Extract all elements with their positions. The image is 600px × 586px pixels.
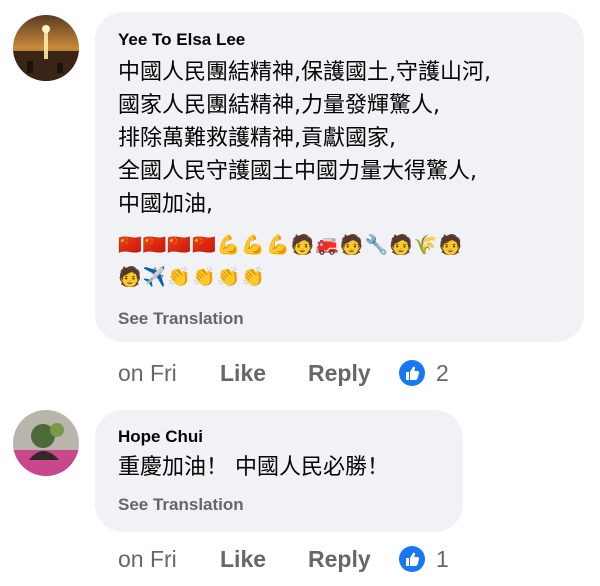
comment-yee-to-elsa-lee: Yee To Elsa Lee 中國人民團結精神,保護國土,守護山河, 國家人民… xyxy=(0,0,600,400)
sunset-photo-avatar-icon xyxy=(13,15,79,81)
comment-timestamp[interactable]: on Fri xyxy=(118,356,177,390)
comment-text-line: 國家人民團結精神,力量發輝驚人, xyxy=(118,93,440,118)
comment-text-line: 中國人民團結精神,保護國土,守護山河, xyxy=(118,60,491,85)
comment-text-line: 排除萬難救護精神,貢獻國家, xyxy=(118,126,396,151)
emoji-row: 🇨🇳🇨🇳🇨🇳🇨🇳💪💪💪🧑🚒🧑🔧🧑🌾🧑 xyxy=(118,234,464,256)
comment-text-line: 全國人民守護國土中國力量大得驚人, xyxy=(118,159,477,184)
comment-text-line: 重慶加油！ 中國人民必勝！ xyxy=(118,455,389,480)
avatar[interactable] xyxy=(13,410,79,476)
see-translation-link[interactable]: See Translation xyxy=(118,495,244,515)
like-count[interactable]: 1 xyxy=(436,542,449,576)
avatar[interactable] xyxy=(13,15,79,81)
comment-actions: on Fri Like Reply 2 xyxy=(118,356,538,390)
emoji-row: 🧑✈️👏👏👏👏 xyxy=(118,266,266,288)
person-photo-avatar-icon xyxy=(13,410,79,476)
reply-button[interactable]: Reply xyxy=(308,542,371,576)
like-count[interactable]: 2 xyxy=(436,356,449,390)
reply-button[interactable]: Reply xyxy=(308,356,371,390)
comment-text: 中國人民團結精神,保護國土,守護山河, 國家人民團結精神,力量發輝驚人, 排除萬… xyxy=(118,56,491,221)
see-translation-link[interactable]: See Translation xyxy=(118,309,244,329)
comment-text-line: 中國加油, xyxy=(118,192,213,217)
thumbs-up-icon[interactable] xyxy=(398,545,426,573)
comment-author[interactable]: Hope Chui xyxy=(118,427,203,447)
like-button[interactable]: Like xyxy=(220,356,266,390)
comment-actions: on Fri Like Reply 1 xyxy=(118,542,538,576)
thumbs-up-icon[interactable] xyxy=(398,359,426,387)
comment-timestamp[interactable]: on Fri xyxy=(118,542,177,576)
like-button[interactable]: Like xyxy=(220,542,266,576)
comment-hope-chui: Hope Chui 重慶加油！ 中國人民必勝！ See Translation … xyxy=(0,400,600,586)
comment-author[interactable]: Yee To Elsa Lee xyxy=(118,30,245,50)
comment-text: 重慶加油！ 中國人民必勝！ xyxy=(118,451,389,484)
